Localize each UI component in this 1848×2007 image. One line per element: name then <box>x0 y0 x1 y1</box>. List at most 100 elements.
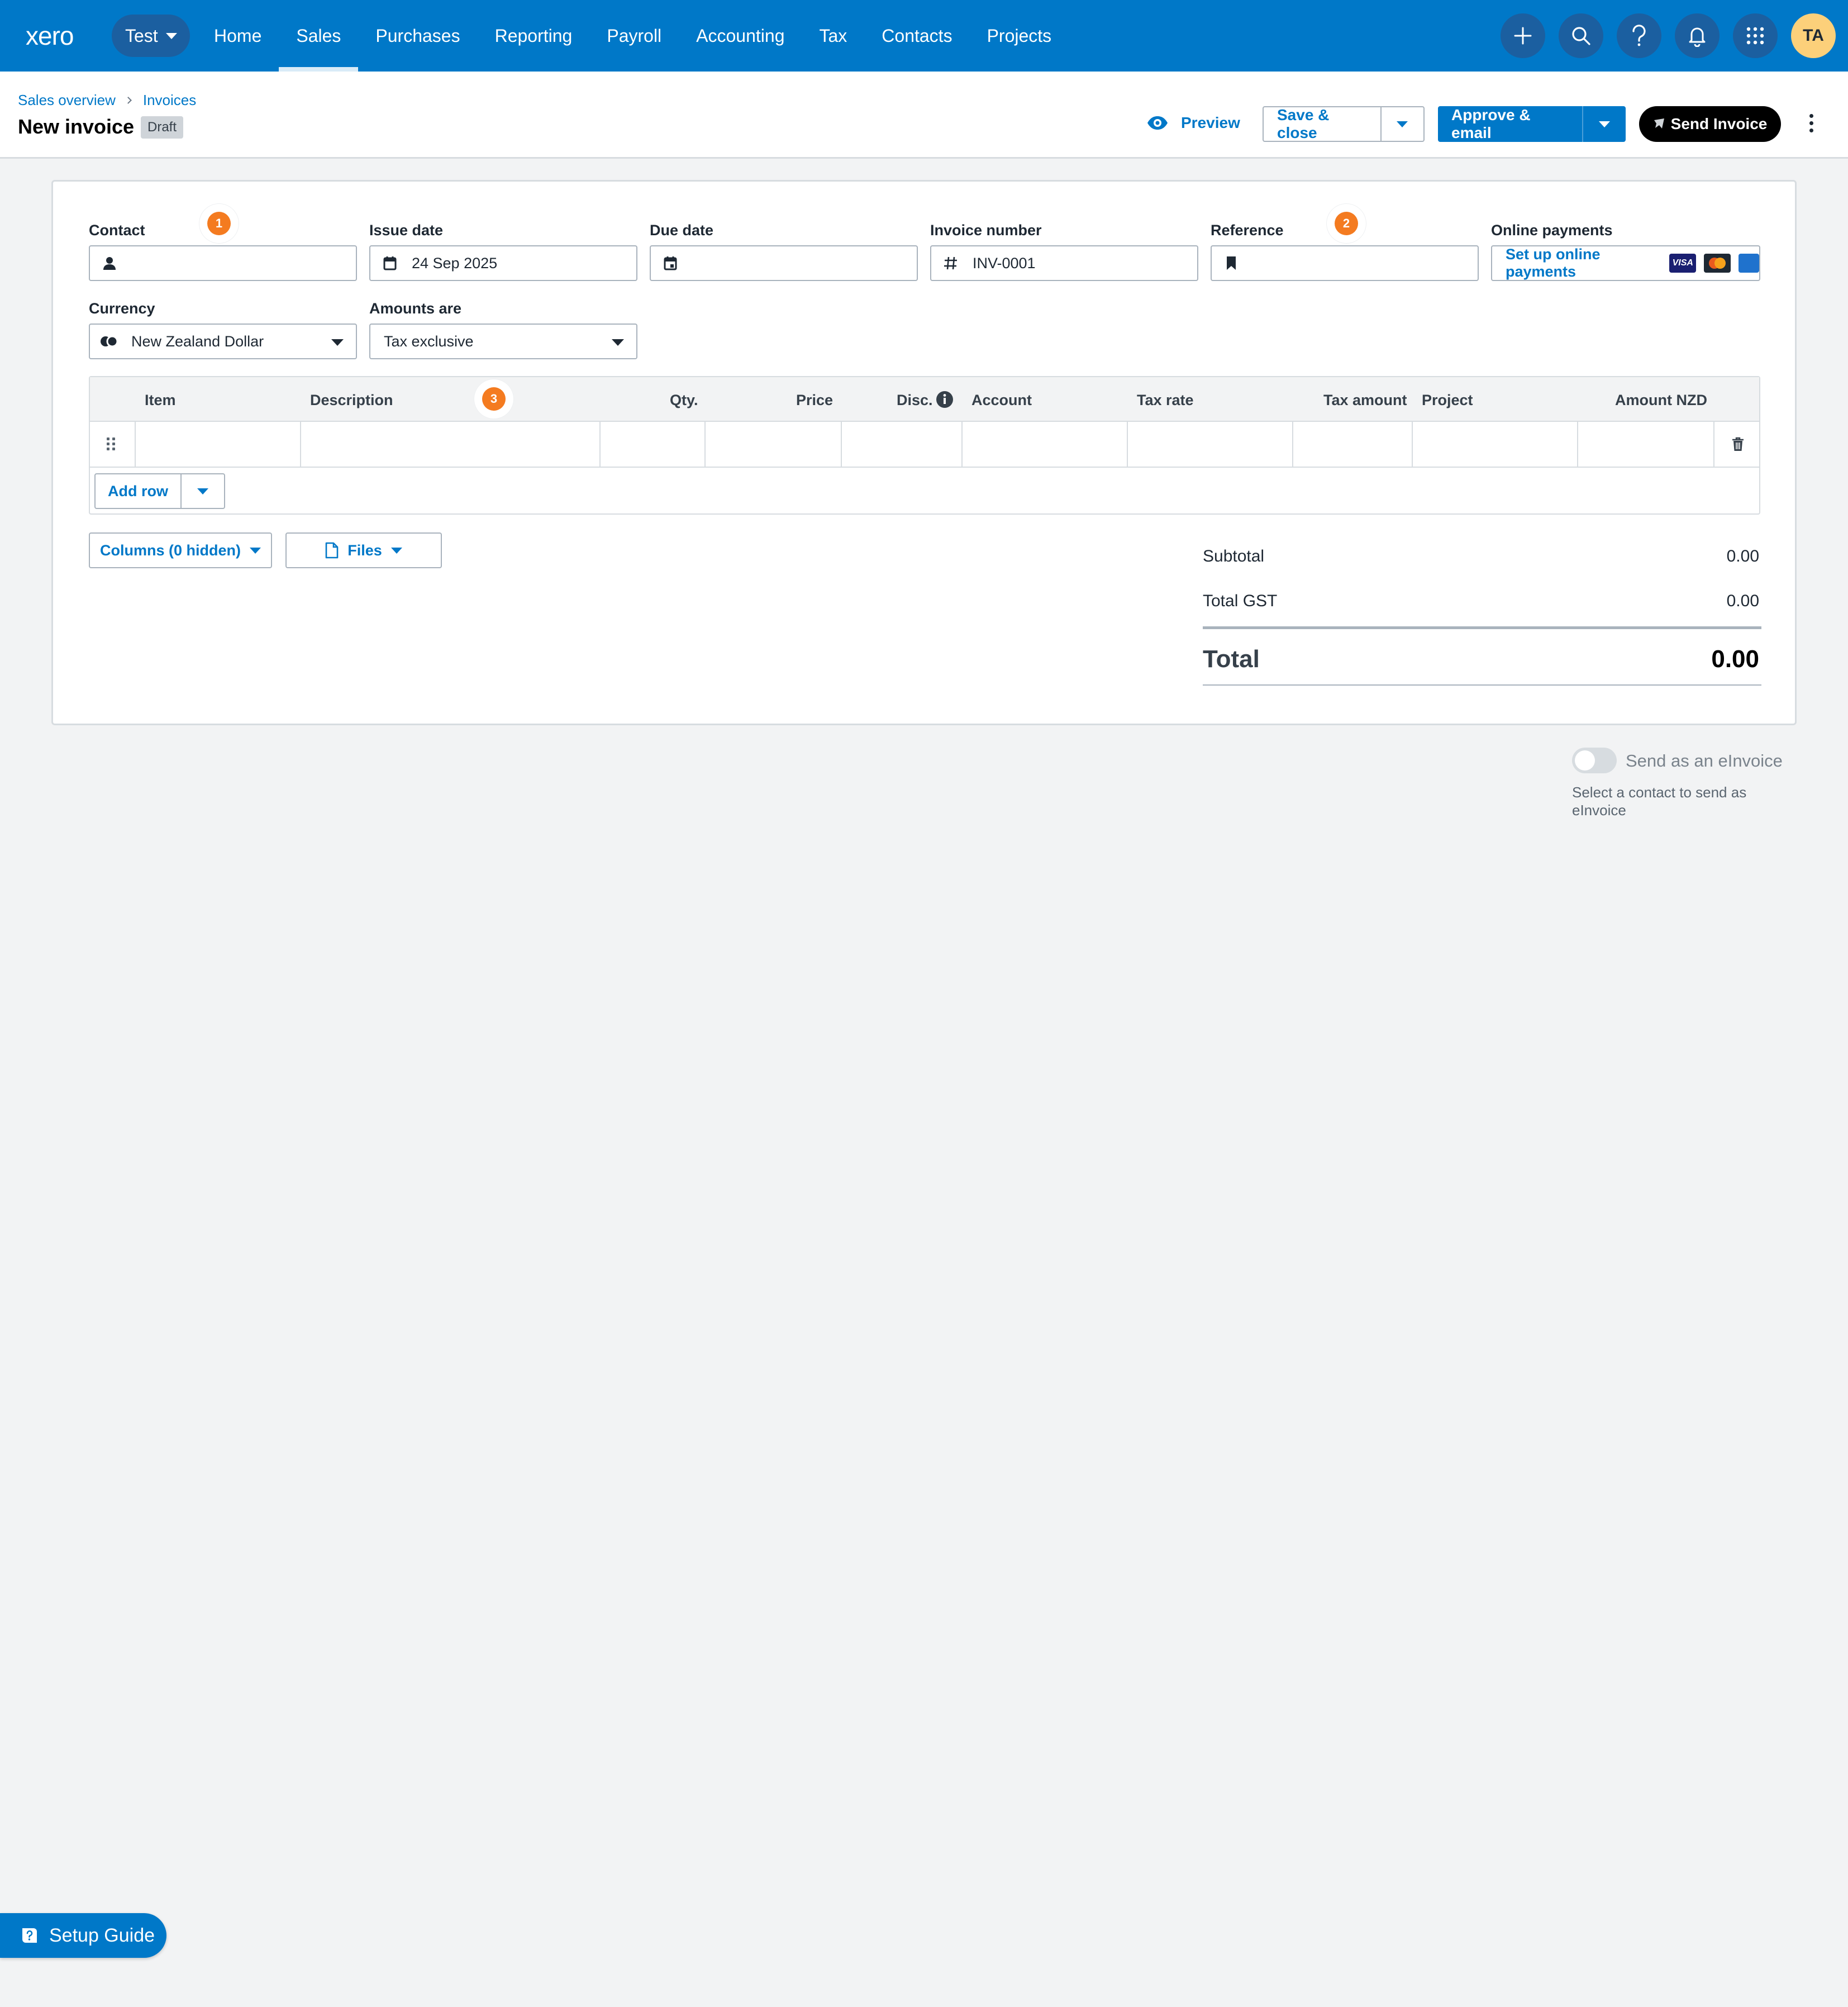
chevron-down-icon <box>197 488 208 494</box>
hash-icon <box>941 256 960 270</box>
nav-home[interactable]: Home <box>197 0 279 72</box>
trash-icon <box>1732 437 1744 451</box>
column-amount: Amount NZD <box>1615 392 1707 408</box>
status-badge: Draft <box>141 116 184 139</box>
mastercard-logo <box>1704 254 1731 273</box>
currency-select[interactable]: New Zealand Dollar <box>89 324 357 359</box>
calendar-add-icon <box>661 256 680 270</box>
xero-logo[interactable]: xero <box>26 20 91 51</box>
send-invoice-button[interactable]: Send Invoice <box>1639 106 1781 142</box>
subtotal-value: 0.00 <box>1726 547 1759 565</box>
nav-tax[interactable]: Tax <box>802 0 864 72</box>
invoice-number-value: INV-0001 <box>973 254 1036 272</box>
search-icon[interactable] <box>1559 13 1603 58</box>
breadcrumb-sales-overview[interactable]: Sales overview <box>18 92 116 109</box>
einvoice-toggle[interactable] <box>1572 748 1617 773</box>
approve-options-button[interactable] <box>1582 106 1626 142</box>
bell-icon[interactable] <box>1675 13 1720 58</box>
totals-divider <box>1203 626 1761 629</box>
amex-card-logo <box>1739 254 1759 273</box>
add-row-group: Add row <box>94 473 225 509</box>
organisation-switcher[interactable]: Test <box>112 15 190 57</box>
nav-sales[interactable]: Sales <box>279 0 359 72</box>
chevron-down-icon <box>1397 121 1408 127</box>
drag-handle-icon[interactable] <box>107 437 116 450</box>
discount-cell[interactable] <box>841 422 961 467</box>
chevron-down-icon <box>250 547 261 554</box>
step-badge-3[interactable]: 3 <box>474 379 513 418</box>
add-row-button[interactable]: Add row <box>96 474 182 508</box>
item-cell[interactable] <box>135 422 300 467</box>
files-button[interactable]: Files <box>285 532 442 568</box>
step-badge-2[interactable]: 2 <box>1327 204 1366 243</box>
qty-cell[interactable] <box>599 422 704 467</box>
invoice-form-card: Contact 1 Issue date Due date Invoice nu… <box>51 180 1797 725</box>
chevron-down-icon <box>612 339 624 346</box>
column-item: Item <box>145 392 176 408</box>
files-label: Files <box>347 541 382 559</box>
contact-field[interactable] <box>89 245 357 281</box>
approve-email-button[interactable]: Approve & email <box>1438 106 1582 142</box>
delete-row-button[interactable] <box>1713 422 1761 467</box>
project-cell[interactable] <box>1412 422 1577 467</box>
account-cell[interactable] <box>961 422 1127 467</box>
setup-online-payments-link[interactable]: Set up online payments <box>1506 246 1661 280</box>
invoice-number-field[interactable]: INV-0001 <box>930 245 1198 281</box>
page-header: Sales overview Invoices New invoice Draf… <box>0 72 1848 159</box>
save-options-button[interactable] <box>1380 107 1423 141</box>
nav-payroll[interactable]: Payroll <box>589 0 679 72</box>
table-header: Item Description Qty. Price Disc. Accoun… <box>90 377 1759 422</box>
amounts-are-value: Tax exclusive <box>384 332 474 350</box>
column-account: Account <box>971 392 1032 408</box>
more-options-icon[interactable] <box>1808 114 1814 132</box>
reference-label: Reference <box>1211 222 1284 239</box>
nav-purchases[interactable]: Purchases <box>358 0 477 72</box>
breadcrumb-invoices[interactable]: Invoices <box>143 92 196 109</box>
issue-date-field[interactable]: 24 Sep 2025 <box>369 245 637 281</box>
setup-guide-button[interactable]: Setup Guide <box>0 1913 166 1958</box>
column-project: Project <box>1422 392 1473 408</box>
user-avatar[interactable]: TA <box>1791 13 1836 58</box>
currency-label: Currency <box>89 300 155 317</box>
contact-label: Contact <box>89 222 145 239</box>
nav-accounting[interactable]: Accounting <box>679 0 802 72</box>
tax-rate-cell[interactable] <box>1127 422 1292 467</box>
columns-button[interactable]: Columns (0 hidden) <box>89 532 272 568</box>
total-gst-value: 0.00 <box>1726 592 1759 610</box>
info-icon[interactable] <box>936 391 954 411</box>
help-icon[interactable] <box>1617 13 1661 58</box>
online-payments-label: Online payments <box>1491 222 1613 239</box>
due-date-label: Due date <box>650 222 714 239</box>
approve-email-group: Approve & email <box>1438 106 1626 142</box>
due-date-field[interactable] <box>650 245 918 281</box>
chevron-down-icon <box>1599 121 1610 127</box>
step-badge-1[interactable]: 1 <box>199 204 239 243</box>
save-close-button[interactable]: Save & close <box>1264 107 1380 141</box>
send-icon <box>1654 118 1664 129</box>
issue-date-label: Issue date <box>369 222 444 239</box>
calendar-icon <box>380 256 399 270</box>
nav-contacts[interactable]: Contacts <box>864 0 969 72</box>
table-row <box>90 422 1759 468</box>
breadcrumb: Sales overview Invoices <box>18 92 196 109</box>
einvoice-hint: Select a contact to send as eInvoice <box>1572 784 1747 819</box>
add-row-options-button[interactable] <box>182 474 224 508</box>
apps-grid-icon[interactable] <box>1733 13 1778 58</box>
nav-reporting[interactable]: Reporting <box>478 0 590 72</box>
preview-button[interactable]: Preview <box>1146 114 1240 132</box>
amounts-are-select[interactable]: Tax exclusive <box>369 324 637 359</box>
description-cell[interactable] <box>300 422 599 467</box>
chevron-right-icon <box>124 97 132 104</box>
online-payments-field[interactable]: Set up online payments VISA <box>1491 245 1760 281</box>
page-title: New invoice <box>18 115 135 138</box>
reference-field[interactable] <box>1211 245 1479 281</box>
plus-icon[interactable] <box>1501 13 1545 58</box>
guide-icon <box>22 1928 37 1943</box>
file-icon <box>325 542 339 559</box>
issue-date-value: 24 Sep 2025 <box>412 254 498 272</box>
amounts-are-label: Amounts are <box>369 300 462 317</box>
amount-cell[interactable] <box>1577 422 1713 467</box>
nav-projects[interactable]: Projects <box>970 0 1069 72</box>
total-gst-label: Total GST <box>1203 592 1278 610</box>
price-cell[interactable] <box>704 422 841 467</box>
